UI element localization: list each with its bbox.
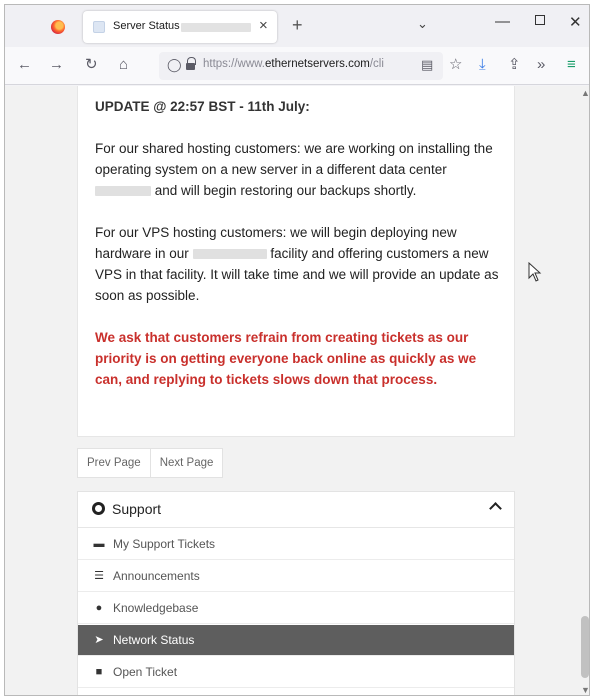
- lock-icon[interactable]: [186, 57, 196, 70]
- support-panel: Support ▬ My Support Tickets ☰ Announcem…: [77, 491, 515, 695]
- tab-list-chevron-icon[interactable]: ⌄: [417, 16, 428, 32]
- bookmark-star-icon[interactable]: ☆: [449, 55, 462, 75]
- next-page-button[interactable]: Next Page: [150, 448, 224, 478]
- tab-server-status[interactable]: Server Status ×: [83, 11, 277, 43]
- comments-icon: ■: [95, 666, 103, 678]
- scroll-down-icon[interactable]: ▼: [581, 685, 589, 695]
- menu-item-network-status[interactable]: ➤ Network Status: [78, 625, 514, 656]
- chevron-up-icon[interactable]: [489, 502, 502, 515]
- menu-item-my-support-tickets[interactable]: ▬ My Support Tickets: [78, 529, 514, 560]
- paragraph-shared-hosting: For our shared hosting customers: we are…: [95, 141, 493, 198]
- forward-icon[interactable]: →: [49, 55, 64, 75]
- update-heading: UPDATE @ 22:57 BST - 11th July:: [95, 99, 310, 114]
- ticket-icon: ▬: [93, 538, 105, 550]
- list-icon: ☰: [94, 570, 104, 582]
- reload-icon[interactable]: ↻: [85, 55, 98, 75]
- downloads-icon[interactable]: ⤓: [479, 55, 486, 75]
- rocket-icon: ➤: [94, 634, 104, 646]
- warning-text: We ask that customers refrain from creat…: [95, 330, 477, 387]
- back-icon[interactable]: ←: [17, 55, 32, 75]
- overflow-chevrons-icon[interactable]: »: [537, 55, 545, 75]
- redacted-block: [192, 249, 267, 260]
- announcement-card: UPDATE @ 22:57 BST - 11th July: For our …: [77, 86, 515, 437]
- new-tab-button[interactable]: +: [292, 15, 303, 35]
- favicon-icon: [93, 21, 105, 33]
- support-panel-header[interactable]: Support: [78, 492, 514, 528]
- prev-page-button[interactable]: Prev Page: [77, 448, 151, 478]
- share-icon[interactable]: ⇪: [508, 55, 521, 75]
- menu-item-announcements[interactable]: ☰ Announcements: [78, 561, 514, 592]
- reader-view-icon[interactable]: ▤: [421, 57, 433, 73]
- page-scrollbar[interactable]: ▲ ▼: [579, 86, 589, 695]
- support-title: Support: [112, 501, 162, 517]
- redacted-block: [181, 23, 251, 32]
- url-bar[interactable]: ◯ https://www.ethernetservers.com/cli ▤: [159, 52, 443, 80]
- tracking-shield-icon[interactable]: ◯: [167, 57, 182, 73]
- scroll-up-icon[interactable]: ▲: [581, 88, 589, 98]
- redacted-block: [95, 186, 151, 197]
- firefox-logo-icon[interactable]: [51, 20, 65, 34]
- maximize-button[interactable]: [535, 15, 545, 25]
- menu-item-open-ticket[interactable]: ■ Open Ticket: [78, 657, 514, 688]
- info-icon: ●: [95, 602, 103, 614]
- minimize-button[interactable]: —: [495, 13, 510, 30]
- browser-window: Server Status × + ⌄ — ✕ ← → ↻ ⌂ ◯ https:…: [4, 4, 590, 696]
- page-viewport: UPDATE @ 22:57 BST - 11th July: For our …: [5, 86, 589, 695]
- paragraph-vps-hosting: For our VPS hosting customers: we will b…: [95, 225, 499, 303]
- scrollbar-thumb[interactable]: [581, 616, 589, 678]
- life-ring-icon: [92, 502, 105, 515]
- tab-close-icon[interactable]: ×: [259, 17, 268, 35]
- announcement-body: UPDATE @ 22:57 BST - 11th July: For our …: [95, 96, 499, 411]
- tab-title: Server Status: [113, 20, 180, 32]
- tab-strip: Server Status × + ⌄ — ✕: [5, 5, 589, 47]
- close-window-button[interactable]: ✕: [569, 13, 582, 31]
- navigation-bar: ← → ↻ ⌂ ◯ https://www.ethernetservers.co…: [5, 47, 589, 85]
- url-text[interactable]: https://www.ethernetservers.com/cli: [203, 58, 393, 70]
- app-menu-icon[interactable]: ≡: [567, 55, 576, 75]
- menu-item-knowledgebase[interactable]: ● Knowledgebase: [78, 593, 514, 624]
- pagination: Prev Page Next Page: [77, 448, 224, 478]
- home-icon[interactable]: ⌂: [119, 55, 128, 75]
